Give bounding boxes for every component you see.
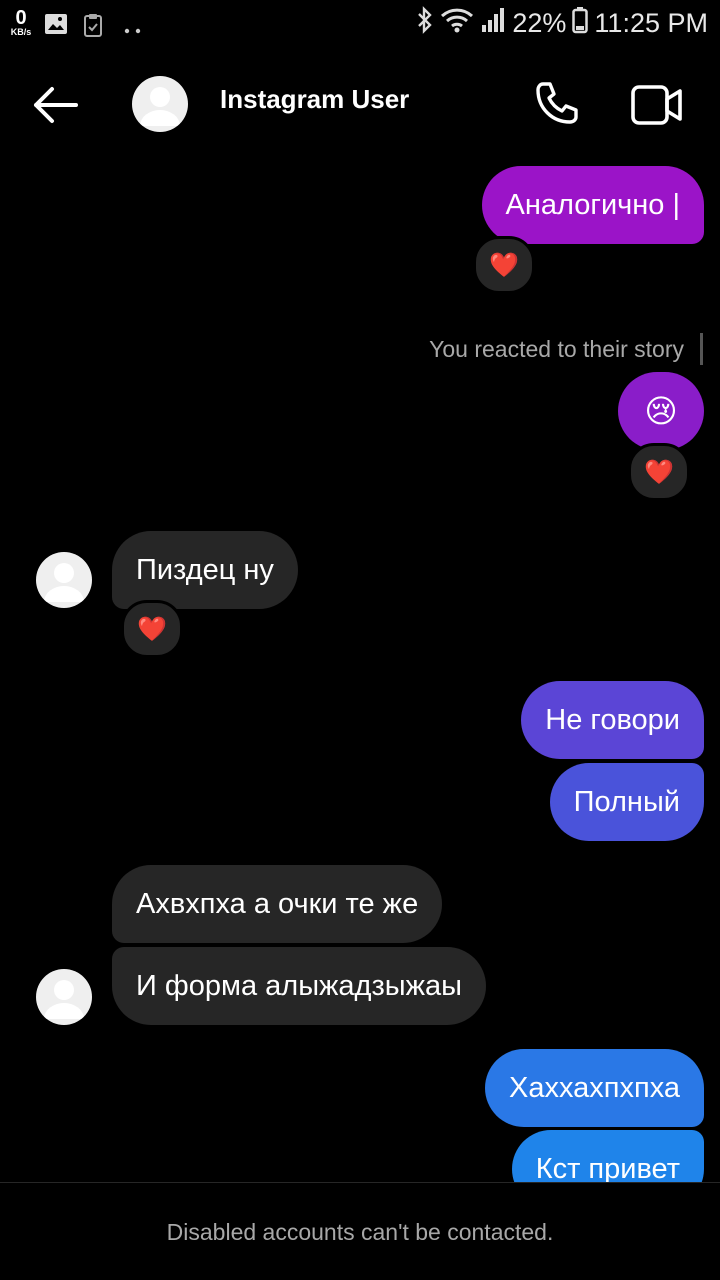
disabled-account-notice: Disabled accounts can't be contacted. xyxy=(166,1219,554,1245)
reaction-badge[interactable]: ❤️ xyxy=(473,236,535,294)
message-bubble-sent[interactable]: 😢 xyxy=(618,372,704,450)
message-text: Пиздец ну xyxy=(136,553,274,586)
message-bubble-sent[interactable]: Хаххахпхпха xyxy=(485,1049,704,1127)
message-text: Хаххахпхпха xyxy=(509,1071,680,1104)
message-bubble-sent[interactable]: Полный xyxy=(549,763,704,841)
status-right: 22% 11:25 PM xyxy=(416,6,708,41)
phone-icon[interactable] xyxy=(530,82,582,134)
network-speed-value: 0 xyxy=(15,7,27,29)
video-call-button[interactable] xyxy=(630,82,684,133)
message-bubble-received[interactable]: И форма алыжадзыжаы xyxy=(112,947,486,1025)
message-clip: Кст привет xyxy=(0,1130,720,1182)
signal-icon xyxy=(480,7,506,40)
video-camera-icon[interactable] xyxy=(630,85,684,132)
voice-call-button[interactable] xyxy=(530,78,582,135)
reaction-badge[interactable]: ❤️ xyxy=(628,443,690,501)
avatar[interactable] xyxy=(132,76,188,132)
message-text: Ахвхпха а очки те же xyxy=(136,887,419,920)
battery-percent: 22% xyxy=(512,8,567,38)
dots-icon xyxy=(124,21,142,39)
sender-avatar[interactable] xyxy=(36,969,92,1025)
footer-divider xyxy=(0,1182,720,1183)
heart-reaction-icon: ❤️ xyxy=(489,251,519,279)
status-bar: 0 KB/s 22% 11:25 PM xyxy=(0,0,720,52)
story-divider xyxy=(700,333,703,365)
bluetooth-icon xyxy=(416,6,434,41)
back-button[interactable] xyxy=(30,80,80,135)
crying-emoji: 😢 xyxy=(644,393,678,429)
heart-reaction-icon: ❤️ xyxy=(644,458,674,486)
message-text: Полный xyxy=(573,785,680,818)
message-text: И форма алыжадзыжаы xyxy=(136,969,462,1002)
story-reaction-note: You reacted to their story xyxy=(429,336,684,362)
message-text: Аналогично | xyxy=(505,188,680,221)
heart-reaction-icon: ❤️ xyxy=(137,615,167,643)
message-bubble-received[interactable]: Ахвхпха а очки те же xyxy=(112,865,443,943)
clock: 11:25 PM xyxy=(594,8,708,38)
page-title[interactable]: Instagram User xyxy=(220,84,409,115)
battery-icon xyxy=(572,6,589,41)
back-arrow-icon[interactable] xyxy=(30,87,80,134)
wifi-icon xyxy=(440,7,474,40)
message-text: Не говори xyxy=(545,703,680,736)
image-icon xyxy=(44,13,68,40)
message-bubble-sent[interactable]: Аналогично | xyxy=(481,166,704,244)
message-bubble-received[interactable]: Пиздец ну xyxy=(112,531,298,609)
network-speed-unit: KB/s xyxy=(10,27,32,37)
message-bubble-sent[interactable]: Кст привет xyxy=(511,1130,704,1182)
reaction-badge[interactable]: ❤️ xyxy=(121,600,183,658)
network-speed: 0 KB/s xyxy=(6,8,36,37)
clipboard-icon xyxy=(84,13,102,42)
sender-avatar[interactable] xyxy=(36,552,92,608)
message-bubble-sent[interactable]: Не говори xyxy=(521,681,704,759)
message-text: Кст привет xyxy=(535,1152,680,1182)
